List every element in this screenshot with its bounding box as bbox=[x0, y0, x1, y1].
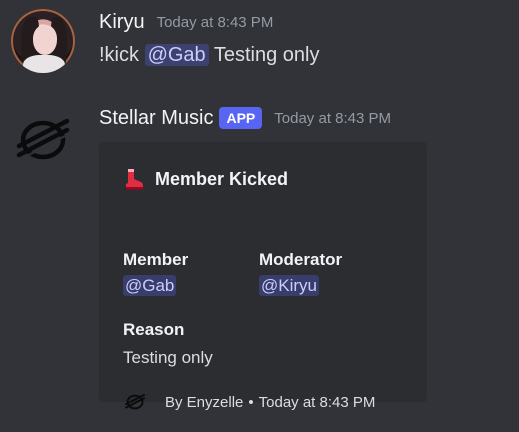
embed-footer: By Enyzelle • Today at 8:43 PM bbox=[123, 390, 375, 414]
chat-message-list: Kiryu Today at 8:43 PM !kick @Gab Testin… bbox=[0, 0, 519, 432]
field-name: Moderator bbox=[259, 250, 343, 269]
message-header: Stellar Music APP Today at 8:43 PM bbox=[99, 104, 391, 132]
reason-value: Testing only bbox=[123, 348, 213, 367]
footer-separator: • bbox=[248, 393, 254, 411]
embed-card: Member Kicked Member @Gab Moderator @Kir… bbox=[99, 142, 427, 411]
username[interactable]: Kiryu bbox=[99, 11, 145, 34]
message-text: Testing only bbox=[213, 44, 320, 66]
member-mention[interactable]: @Gab bbox=[123, 275, 177, 296]
message-header: Kiryu Today at 8:43 PM bbox=[99, 8, 273, 36]
field-name: Member bbox=[123, 250, 189, 269]
embed-title-text: Member Kicked bbox=[155, 168, 289, 189]
stellar-logo-icon bbox=[125, 393, 145, 410]
footer-timestamp: Today at 8:43 PM bbox=[258, 393, 376, 411]
command-text: !kick bbox=[99, 44, 139, 66]
embed-title: Member Kicked bbox=[123, 168, 288, 190]
user-avatar[interactable] bbox=[11, 9, 75, 73]
embed-field-moderator: Moderator @Kiryu bbox=[259, 250, 342, 296]
avatar-face bbox=[33, 25, 57, 55]
avatar-shirt bbox=[23, 55, 65, 73]
app-badge: APP bbox=[219, 107, 263, 129]
boot-icon bbox=[126, 169, 143, 190]
embed-field-reason: Reason Testing only bbox=[123, 320, 213, 368]
moderator-mention[interactable]: @Kiryu bbox=[259, 275, 319, 296]
user-mention[interactable]: @Gab bbox=[144, 44, 209, 66]
field-name: Reason bbox=[123, 320, 185, 339]
username[interactable]: Stellar Music bbox=[99, 107, 213, 130]
stellar-logo-icon bbox=[16, 118, 70, 160]
footer-author: By Enyzelle bbox=[165, 393, 244, 411]
bot-avatar[interactable] bbox=[11, 108, 75, 172]
message-timestamp[interactable]: Today at 8:43 PM bbox=[274, 110, 391, 127]
message-timestamp[interactable]: Today at 8:43 PM bbox=[157, 14, 274, 31]
message-content: !kick @Gab Testing only bbox=[99, 44, 320, 67]
embed-field-member: Member @Gab bbox=[123, 250, 188, 296]
